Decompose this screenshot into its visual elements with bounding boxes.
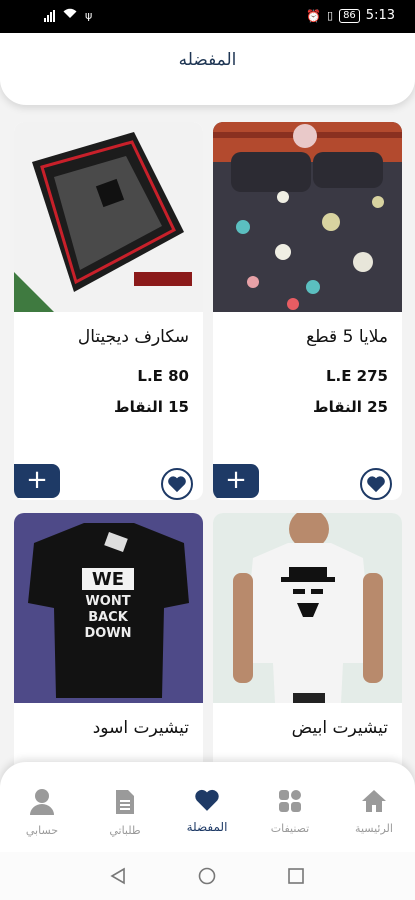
tshirt-print-line2: WONT: [85, 594, 130, 609]
product-image-scarf[interactable]: [14, 122, 203, 312]
product-image-black-tshirt[interactable]: WE WONT BACK DOWN: [14, 513, 203, 703]
account-icon: [30, 789, 54, 815]
tshirt-print-line4: DOWN: [84, 626, 131, 641]
favorite-button[interactable]: [360, 468, 392, 500]
nav-item-orders[interactable]: طلباتي: [90, 788, 160, 837]
product-card-black-tshirt[interactable]: WE WONT BACK DOWN تيشيرت اسود: [14, 513, 203, 773]
product-points: 25 النقاط: [312, 398, 388, 416]
nav-label-account: حسابي: [25, 824, 59, 837]
add-to-cart-button[interactable]: +: [213, 464, 259, 498]
heart-icon: [367, 476, 385, 493]
product-card-white-tshirt[interactable]: تيشيرت ابيض: [213, 513, 402, 773]
heart-icon: [195, 789, 219, 811]
favorite-button[interactable]: [161, 468, 193, 500]
orders-icon: [116, 790, 134, 814]
vibrate-icon: ▯: [327, 9, 334, 22]
nav-item-home[interactable]: الرئيسية: [339, 788, 409, 835]
product-name[interactable]: ملايا 5 قطع: [306, 327, 388, 347]
nav-label-orders: طلباتي: [109, 824, 141, 837]
product-price: L.E 80: [137, 367, 189, 385]
tshirt-print-line3: BACK: [88, 610, 129, 625]
battery-icon: 86: [339, 8, 360, 23]
product-name[interactable]: سكارف ديجيتال: [78, 327, 189, 347]
signal-icon: [44, 9, 55, 22]
product-image-white-tshirt[interactable]: [213, 513, 402, 703]
nav-item-categories[interactable]: تصنيفات: [255, 788, 325, 835]
add-to-cart-button[interactable]: +: [14, 464, 60, 498]
back-icon[interactable]: [109, 867, 127, 885]
product-name[interactable]: تيشيرت اسود: [93, 718, 189, 738]
tshirt-print-line1: WE: [92, 569, 124, 590]
home-icon: [362, 790, 386, 812]
heart-icon: [168, 476, 186, 493]
categories-icon: [279, 790, 301, 812]
nav-item-account[interactable]: حسابي: [7, 788, 77, 837]
status-time: 5:13: [365, 8, 395, 23]
header: المفضله: [0, 33, 415, 105]
system-nav-bar: [0, 852, 415, 900]
product-price: L.E 275: [325, 367, 388, 385]
product-image-bedsheet[interactable]: [213, 122, 402, 312]
alarm-icon: ⏰: [306, 8, 321, 23]
product-points: 15 النقاط: [113, 398, 189, 416]
status-bar: ψ ⏰ ▯ 86 5:13: [0, 0, 415, 33]
page-title: المفضله: [178, 50, 237, 70]
product-card-scarf[interactable]: سكارف ديجيتال L.E 80 15 النقاط +: [14, 122, 203, 500]
nav-item-favorites[interactable]: المفضلة: [172, 788, 242, 834]
wifi-icon: [63, 8, 77, 23]
home-circle-icon[interactable]: [198, 867, 216, 885]
bottom-nav: الرئيسية تصنيفات المفضلة طلباتي حسابي: [0, 762, 415, 852]
usb-icon: ψ: [85, 9, 93, 22]
nav-label-home: الرئيسية: [355, 822, 393, 835]
recents-icon[interactable]: [287, 867, 305, 885]
product-name[interactable]: تيشيرت ابيض: [292, 718, 388, 738]
product-card-bedsheet[interactable]: ملايا 5 قطع L.E 275 25 النقاط +: [213, 122, 402, 500]
nav-label-categories: تصنيفات: [270, 822, 310, 835]
nav-label-favorites: المفضلة: [186, 820, 228, 834]
